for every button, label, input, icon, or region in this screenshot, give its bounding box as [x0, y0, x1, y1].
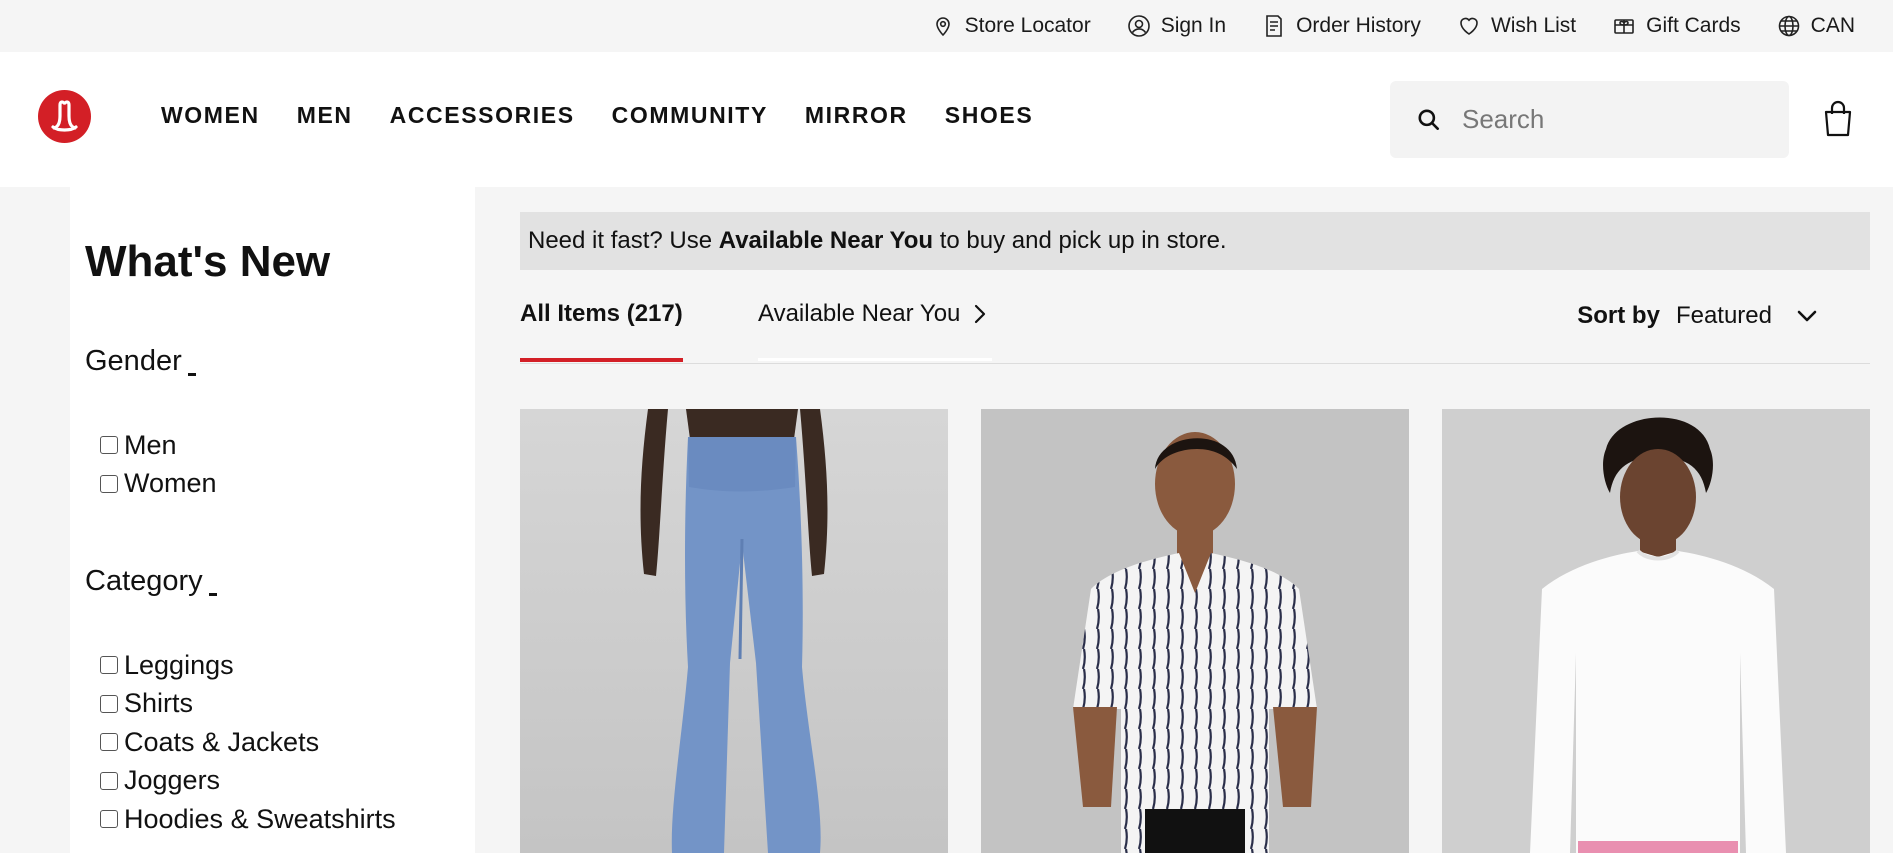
- gender-filter-list: Men Women: [100, 426, 217, 503]
- sort-value: Featured: [1675, 302, 1772, 329]
- product-image[interactable]: [520, 409, 948, 853]
- wish-list-label: Wish List: [1490, 14, 1577, 37]
- filter-option[interactable]: Shirts: [100, 685, 396, 724]
- main-nav: WOMEN MEN ACCESSORIES COMMUNITY MIRROR S…: [161, 102, 1033, 129]
- user-icon: [1127, 15, 1150, 37]
- filter-option[interactable]: Leggings: [100, 646, 396, 685]
- site-header: WOMEN MEN ACCESSORIES COMMUNITY MIRROR S…: [0, 52, 1893, 187]
- filter-option-label: Women: [124, 468, 217, 499]
- nav-mirror[interactable]: MIRROR: [805, 102, 908, 129]
- product-card[interactable]: [981, 409, 1409, 853]
- search-box[interactable]: [1390, 81, 1789, 158]
- checkbox[interactable]: [100, 810, 118, 829]
- category-heading-label: Category: [85, 565, 203, 597]
- tab-available-near-you-label: Available Near You: [758, 300, 961, 327]
- banner-suffix: to buy and pick up in store.: [933, 227, 1227, 254]
- wish-list-link[interactable]: Wish List: [1457, 14, 1576, 38]
- checkbox[interactable]: [100, 656, 118, 675]
- nav-accessories[interactable]: ACCESSORIES: [390, 102, 575, 129]
- product-card[interactable]: [1442, 409, 1870, 853]
- banner-bold[interactable]: Available Near You: [719, 227, 933, 255]
- collapse-icon: [187, 373, 196, 376]
- checkbox[interactable]: [100, 474, 118, 493]
- chevron-down-icon: [1797, 310, 1817, 322]
- gift-cards-link[interactable]: Gift Cards: [1612, 14, 1741, 38]
- gift-card-icon: [1614, 19, 1634, 34]
- gender-heading-label: Gender: [85, 345, 182, 377]
- tab-all-items[interactable]: All Items (217): [520, 300, 683, 328]
- active-tab-indicator: [520, 358, 683, 362]
- sort-dropdown[interactable]: Sort by Featured: [1577, 302, 1818, 330]
- utility-bar: Store Locator Sign In Order History Wish…: [0, 0, 1893, 52]
- product-grid: [520, 409, 1870, 853]
- heart-icon: [1460, 17, 1478, 35]
- store-locator-label: Store Locator: [964, 14, 1091, 37]
- product-card[interactable]: [520, 409, 948, 853]
- sort-label: Sort by: [1577, 302, 1660, 329]
- results-tabs: All Items (217) Available Near You Sort …: [520, 290, 1870, 364]
- nav-community[interactable]: COMMUNITY: [612, 102, 768, 129]
- region-selector[interactable]: CAN: [1777, 14, 1855, 38]
- filter-option[interactable]: Men: [100, 426, 217, 465]
- filter-option[interactable]: Coats & Jackets: [100, 723, 396, 762]
- filter-option[interactable]: Women: [100, 465, 217, 504]
- page-title: What's New: [85, 237, 331, 286]
- checkbox[interactable]: [100, 733, 118, 752]
- order-history-link[interactable]: Order History: [1262, 14, 1421, 38]
- search-input[interactable]: [1462, 104, 1762, 135]
- collapse-icon: [208, 593, 217, 596]
- region-label: CAN: [1810, 14, 1855, 37]
- checkbox[interactable]: [100, 771, 118, 790]
- shopping-bag-icon[interactable]: [1822, 100, 1854, 138]
- gift-cards-label: Gift Cards: [1646, 14, 1741, 37]
- order-history-label: Order History: [1296, 14, 1421, 37]
- checkbox[interactable]: [100, 694, 118, 713]
- brand-logo[interactable]: [38, 90, 91, 143]
- tab-all-items-label: All Items (217): [520, 300, 683, 327]
- filter-option-label: Shirts: [124, 688, 194, 719]
- filter-option-label: Hoodies & Sweatshirts: [124, 803, 396, 834]
- category-filter-heading[interactable]: Category: [85, 565, 217, 598]
- sign-in-label: Sign In: [1160, 14, 1227, 37]
- filter-option[interactable]: Hoodies & Sweatshirts: [100, 800, 396, 839]
- filter-sidebar: What's New Gender Men Women Category Leg…: [70, 187, 475, 853]
- filter-option-label: Leggings: [124, 649, 234, 680]
- product-image[interactable]: [981, 409, 1409, 853]
- checkbox[interactable]: [100, 436, 118, 455]
- filter-option[interactable]: Joggers: [100, 762, 396, 801]
- banner-prefix: Need it fast? Use: [528, 227, 719, 254]
- globe-icon: [1778, 15, 1799, 37]
- receipt-icon: [1266, 15, 1282, 37]
- nav-shoes[interactable]: SHOES: [945, 102, 1034, 129]
- product-image[interactable]: [1442, 409, 1870, 853]
- filter-option-label: Men: [124, 429, 177, 460]
- category-filter-list: Leggings Shirts Coats & Jackets Joggers …: [100, 646, 396, 839]
- tab-available-near-you[interactable]: Available Near You: [758, 300, 988, 328]
- chevron-right-icon: [975, 304, 986, 324]
- store-locator-link[interactable]: Store Locator: [931, 14, 1091, 38]
- gender-filter-heading[interactable]: Gender: [85, 345, 196, 378]
- search-icon[interactable]: [1416, 107, 1442, 133]
- filter-option-label: Coats & Jackets: [124, 726, 320, 757]
- nav-women[interactable]: WOMEN: [161, 102, 260, 129]
- filter-option-label: Joggers: [124, 765, 221, 796]
- pickup-banner: Need it fast? Use Available Near You to …: [520, 212, 1870, 270]
- location-pin-icon: [935, 17, 950, 37]
- tab-divider: [758, 358, 992, 361]
- sign-in-link[interactable]: Sign In: [1127, 14, 1226, 38]
- nav-men[interactable]: MEN: [297, 102, 353, 129]
